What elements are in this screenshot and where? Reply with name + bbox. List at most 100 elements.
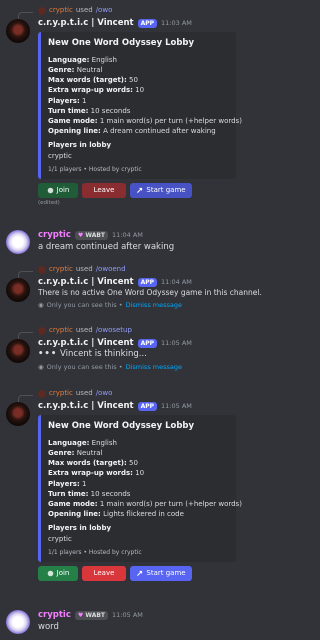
heart-icon: ♥: [77, 612, 84, 620]
author-name[interactable]: c.r.y.p.t.i.c | Vincent: [38, 338, 134, 349]
lobby-players: cryptic: [48, 534, 72, 543]
context-verb: used: [75, 326, 93, 334]
field-extra-words: Extra wrap-up words: 10: [48, 469, 145, 478]
context-command[interactable]: /owo: [96, 6, 113, 15]
field-opening-line: Opening line: Lights flickered in code: [48, 509, 184, 518]
button-row: Join Leave Start game: [38, 183, 260, 199]
app-badge: APP: [137, 339, 158, 349]
field-genre: Genre: Neutral: [48, 449, 103, 458]
context-command[interactable]: /owosetup: [96, 326, 132, 335]
leave-label: Leave: [93, 185, 115, 194]
field-genre: Genre: Neutral: [48, 66, 103, 75]
timestamp[interactable]: 11:04 AM: [161, 278, 192, 287]
app-badge: APP: [137, 402, 158, 412]
embed-footer: 1/1 players • Hosted by cryptic: [48, 165, 142, 173]
mini-avatar: [38, 326, 46, 335]
avatar[interactable]: [6, 610, 30, 634]
author-name[interactable]: c.r.y.p.t.i.c | Vincent: [38, 277, 134, 288]
timestamp[interactable]: 11:03 AM: [161, 19, 192, 28]
lobby-label: Players in lobby: [48, 524, 112, 533]
embed-title: New One Word Odyssey Lobby: [48, 38, 195, 49]
mini-avatar: [38, 6, 46, 15]
message-text: Vincent is thinking...: [60, 349, 147, 360]
field-game-mode: Game mode: 1 main word(s) per turn (+hel…: [48, 116, 242, 125]
app-badge: APP: [137, 19, 158, 29]
command-context[interactable]: cryptic used /owo: [38, 389, 260, 398]
lobby-players: cryptic: [48, 151, 72, 160]
start-game-button[interactable]: Start game: [130, 183, 192, 199]
heart-icon: ♥: [77, 232, 84, 240]
field-opening-line: Opening line: A dream continued after wa…: [48, 126, 216, 135]
avatar[interactable]: [6, 230, 30, 254]
field-turn-time: Turn time: 10 seconds: [48, 489, 131, 498]
field-language: Language: English: [48, 438, 117, 447]
embed-footer: 1/1 players • Hosted by cryptic: [48, 548, 142, 556]
join-label: Join: [56, 185, 70, 194]
context-command[interactable]: /owo: [96, 389, 113, 398]
context-username[interactable]: cryptic: [49, 265, 73, 274]
context-username[interactable]: cryptic: [49, 389, 73, 398]
lobby-embed: New One Word Odyssey Lobby Language: Eng…: [38, 415, 242, 563]
join-icon: [47, 570, 53, 577]
role-badge: ♥ WABT: [74, 611, 109, 621]
app-badge: APP: [137, 278, 158, 288]
field-max-words: Max words (target): 50: [48, 76, 138, 85]
dismiss-link[interactable]: Dismiss message: [126, 363, 182, 372]
embed-title: New One Word Odyssey Lobby: [48, 421, 195, 432]
context-username[interactable]: cryptic: [49, 6, 73, 15]
avatar[interactable]: [6, 278, 30, 302]
author-name[interactable]: c.r.y.p.t.i.c | Vincent: [38, 401, 134, 412]
eye-icon: ◉: [38, 300, 44, 309]
thinking-dots-icon: •••: [38, 349, 58, 360]
field-players: Players: 1: [48, 479, 87, 488]
rocket-icon: [137, 570, 143, 577]
join-label: Join: [56, 568, 70, 577]
author-name[interactable]: c.r.y.p.t.i.c | Vincent: [38, 18, 134, 29]
ephemeral-note: ◉ Only you can see this • Dismiss messag…: [38, 300, 182, 310]
timestamp[interactable]: 11:05 AM: [112, 611, 143, 620]
avatar[interactable]: [6, 402, 30, 426]
author-name[interactable]: cryptic: [38, 230, 71, 241]
message-text: a dream continued after waking: [38, 242, 175, 253]
mini-avatar: [38, 389, 46, 398]
button-row: Join Leave Start game: [38, 566, 260, 582]
start-game-button[interactable]: Start game: [130, 566, 192, 582]
role-badge: ♥ WABT: [74, 231, 109, 241]
rocket-icon: [137, 187, 143, 194]
context-username[interactable]: cryptic: [49, 326, 73, 335]
dismiss-link[interactable]: Dismiss message: [126, 301, 182, 310]
context-verb: used: [75, 6, 93, 14]
command-context[interactable]: cryptic used /owoend: [38, 265, 260, 274]
eye-icon: ◉: [38, 362, 44, 371]
thinking-line: ••• Vincent is thinking...: [38, 349, 260, 360]
command-context[interactable]: cryptic used /owosetup: [38, 326, 260, 335]
field-turn-time: Turn time: 10 seconds: [48, 106, 131, 115]
context-verb: used: [75, 265, 93, 273]
context-command[interactable]: /owoend: [96, 265, 126, 274]
lobby-embed: New One Word Odyssey Lobby Language: Eng…: [38, 32, 242, 180]
leave-button[interactable]: Leave: [82, 183, 126, 199]
leave-label: Leave: [93, 568, 115, 577]
avatar[interactable]: [6, 19, 30, 43]
message-text: There is no active One Word Odyssey game…: [38, 288, 262, 298]
command-context[interactable]: cryptic used /owo: [38, 6, 260, 15]
mini-avatar: [38, 265, 46, 274]
ephemeral-note: ◉ Only you can see this • Dismiss messag…: [38, 362, 182, 372]
field-language: Language: English: [48, 55, 117, 64]
author-name[interactable]: cryptic: [38, 610, 71, 621]
leave-button[interactable]: Leave: [82, 566, 126, 582]
field-game-mode: Game mode: 1 main word(s) per turn (+hel…: [48, 499, 242, 508]
message-text: word: [38, 622, 59, 633]
context-verb: used: [75, 389, 93, 397]
field-max-words: Max words (target): 50: [48, 459, 138, 468]
join-button[interactable]: Join: [38, 566, 78, 582]
join-button[interactable]: Join: [38, 183, 78, 199]
field-players: Players: 1: [48, 96, 87, 105]
start-label: Start game: [146, 185, 186, 194]
avatar[interactable]: [6, 339, 30, 363]
timestamp[interactable]: 11:05 AM: [161, 402, 192, 411]
timestamp[interactable]: 11:04 AM: [112, 231, 143, 240]
field-extra-words: Extra wrap-up words: 10: [48, 86, 145, 95]
join-icon: [47, 187, 53, 194]
timestamp[interactable]: 11:05 AM: [161, 339, 192, 348]
